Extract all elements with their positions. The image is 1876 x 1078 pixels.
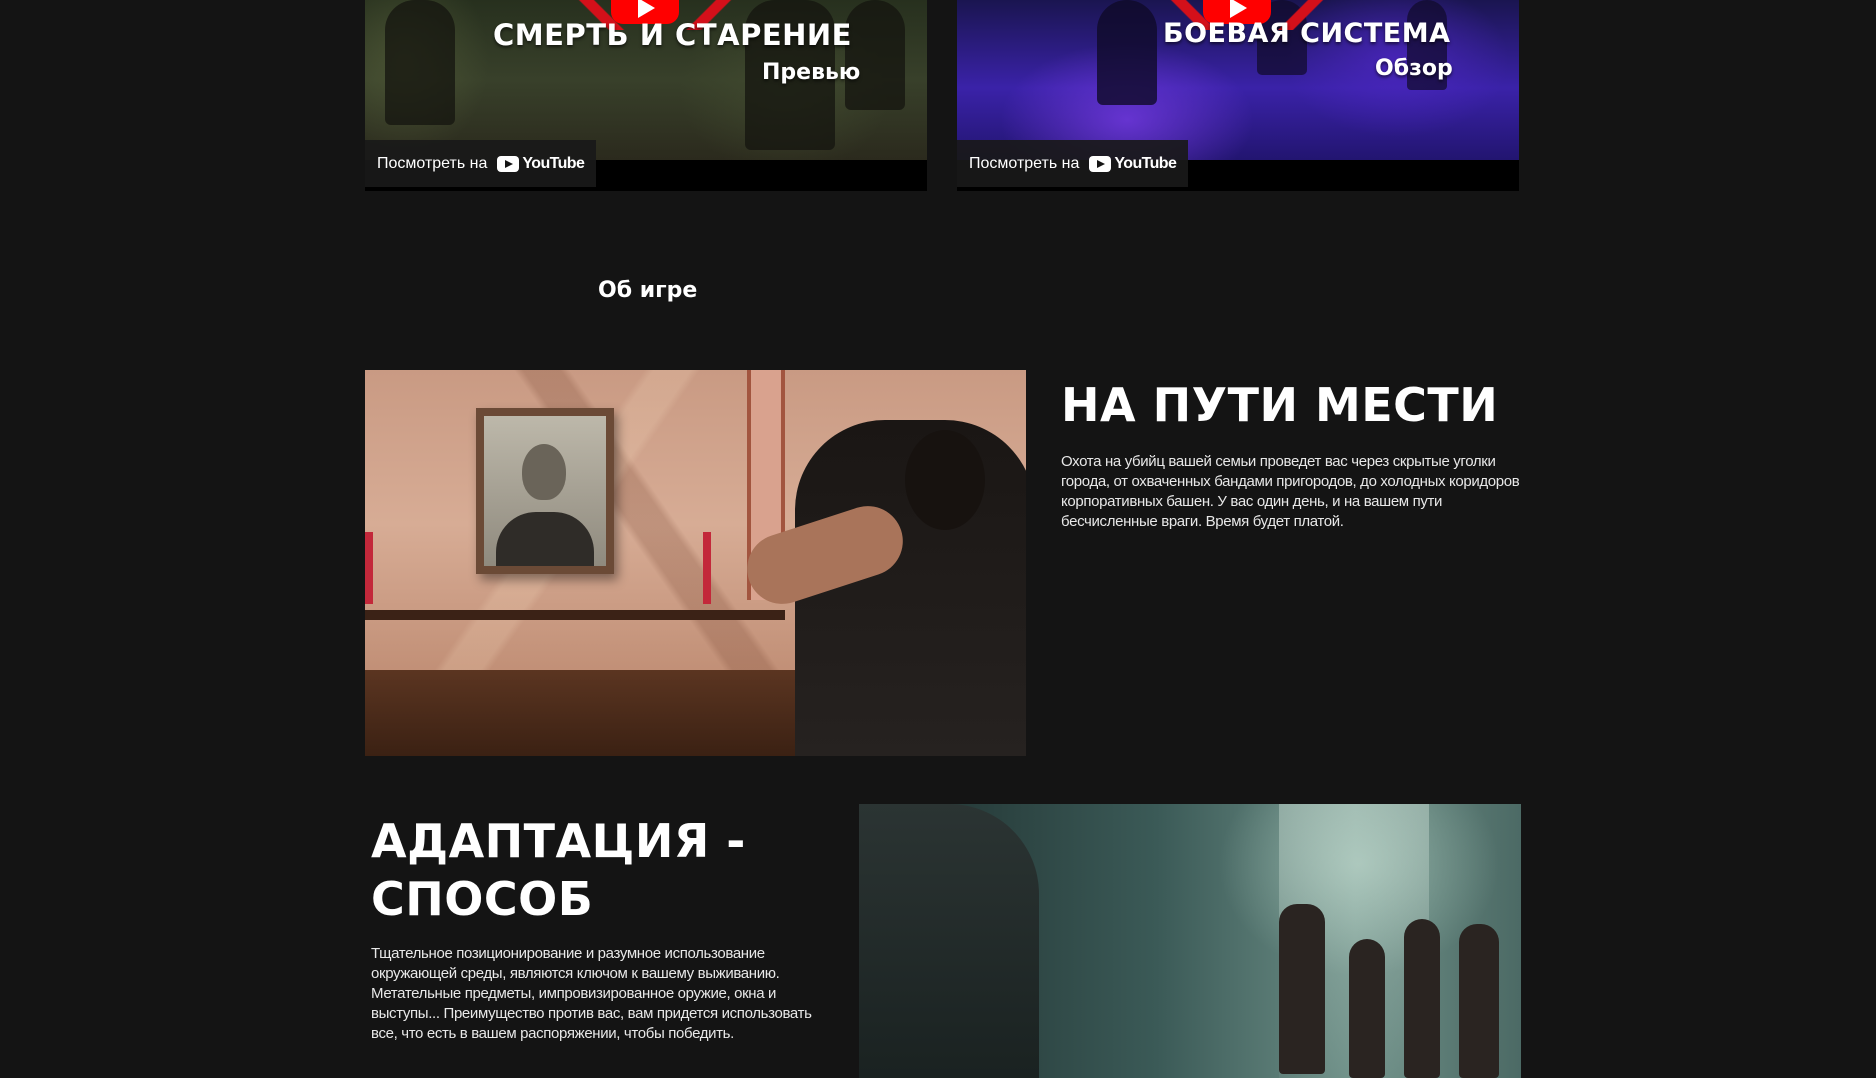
video-subtitle: Обзор <box>1375 56 1453 81</box>
watch-on-youtube-button[interactable]: Посмотреть на YouTube <box>957 140 1189 187</box>
feature-description: Охота на убийц вашей семьи проведет вас … <box>1061 453 1520 530</box>
youtube-wordmark: YouTube <box>1114 154 1177 172</box>
watch-on-youtube-button[interactable]: Посмотреть на YouTube <box>365 140 597 187</box>
feature-image-corridor <box>859 804 1521 1078</box>
youtube-logo-icon: YouTube <box>497 154 585 173</box>
about-game-heading: Об игре <box>598 278 698 303</box>
youtube-wordmark: YouTube <box>522 154 585 172</box>
watch-on-label: Посмотреть на <box>969 154 1080 172</box>
video-subtitle: Превью <box>762 60 861 85</box>
feature-title: АДАПТАЦИЯ - СПОСОБ <box>371 814 746 926</box>
video-title: БОЕВАЯ СИСТЕМА <box>1163 18 1451 49</box>
youtube-mark-icon <box>497 155 520 172</box>
youtube-mark-icon <box>1089 155 1112 172</box>
video-preview-death-aging[interactable]: СМЕРТЬ И СТАРЕНИЕ Превью Посмотреть на Y… <box>365 0 927 191</box>
feature-description: Тщательное позиционирование и разумное и… <box>371 945 812 1042</box>
watch-on-label: Посмотреть на <box>377 154 488 172</box>
master-portrait <box>476 408 614 574</box>
feature-title: НА ПУТИ МЕСТИ <box>1061 378 1499 432</box>
video-title: СМЕРТЬ И СТАРЕНИЕ <box>493 18 852 52</box>
video-combat-system[interactable]: БОЕВАЯ СИСТЕМА Обзор Посмотреть на YouTu… <box>957 0 1519 191</box>
feature-image-shrine <box>365 370 1026 756</box>
youtube-logo-icon: YouTube <box>1089 154 1177 173</box>
fighter-figure <box>859 804 1039 1078</box>
